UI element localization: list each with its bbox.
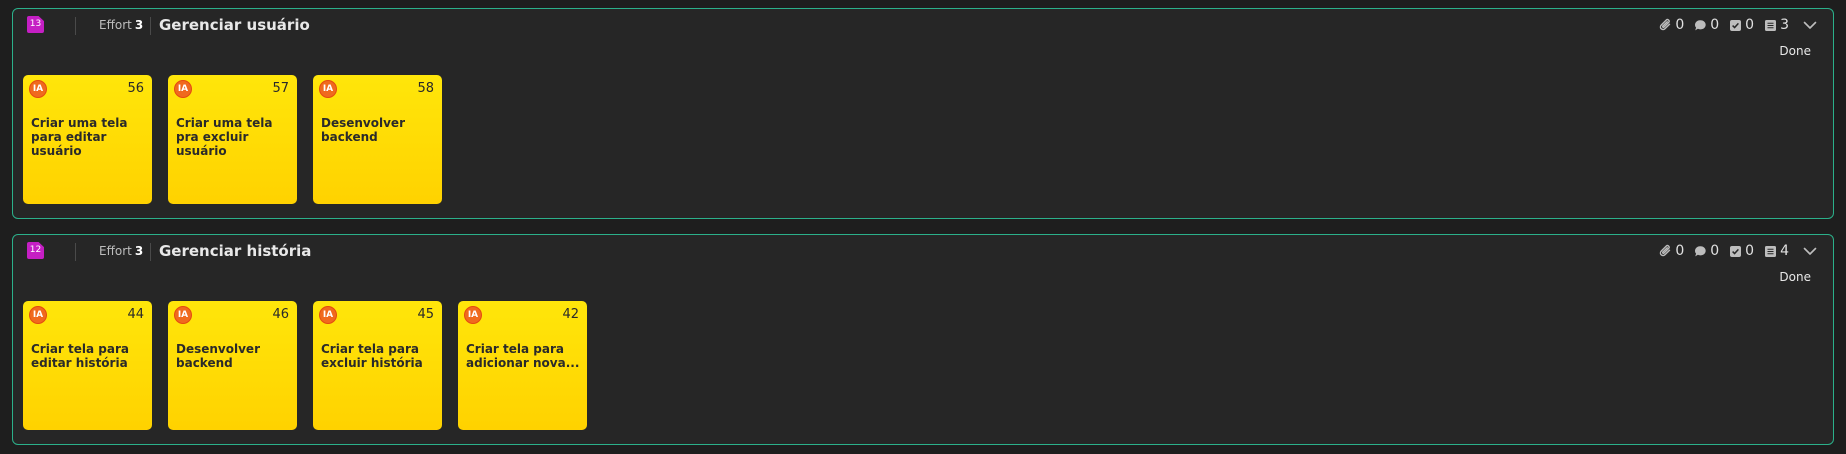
attachments-count: 0 (1675, 17, 1685, 33)
task-number: 44 (127, 307, 144, 322)
tasks-count: 3 (1780, 17, 1789, 33)
task-number: 58 (417, 81, 434, 96)
effort-indicator: Effort 3 (99, 242, 143, 260)
header-divider (150, 17, 151, 35)
effort-value: 3 (134, 18, 144, 32)
task-number: 45 (417, 307, 434, 322)
chevron-down-icon[interactable] (1803, 247, 1817, 256)
list-icon (1764, 245, 1777, 258)
assignee-avatar: IA (174, 306, 192, 324)
comment-icon (1694, 19, 1707, 32)
attachments-stat[interactable]: 0 (1659, 243, 1684, 259)
effort-indicator: Effort 3 (99, 16, 143, 34)
assignee-avatar: IA (319, 306, 337, 324)
task-title: Criar uma tela para editar usuário (31, 116, 128, 158)
assignee-avatar: IA (29, 80, 47, 98)
attachments-stat[interactable]: 0 (1659, 17, 1684, 33)
effort-label: Effort (99, 244, 132, 258)
comments-count: 0 (1710, 243, 1720, 259)
comments-stat[interactable]: 0 (1694, 17, 1719, 33)
checklist-count: 0 (1745, 243, 1755, 259)
story-status: Done (1779, 44, 1811, 58)
assignee-avatar: IA (464, 306, 482, 324)
task-card[interactable]: IA 57 Criar uma tela pra excluir usuário (168, 75, 297, 204)
story-stats: 0 0 0 3 (1659, 14, 1817, 36)
story-number-badge: 13 (27, 16, 44, 33)
task-card[interactable]: IA 45 Criar tela para excluir história (313, 301, 442, 430)
comments-count: 0 (1710, 17, 1720, 33)
checkbox-icon (1729, 245, 1742, 258)
story-status: Done (1779, 270, 1811, 284)
task-card[interactable]: IA 44 Criar tela para editar história (23, 301, 152, 430)
task-title: Criar tela para adicionar nova... (466, 342, 580, 370)
task-number: 46 (272, 307, 289, 322)
header-divider (75, 243, 76, 261)
task-title: Criar tela para excluir história (321, 342, 423, 370)
paperclip-icon (1659, 244, 1672, 258)
checklist-stat[interactable]: 0 (1729, 243, 1754, 259)
task-number: 57 (272, 81, 289, 96)
task-number: 42 (562, 307, 579, 322)
story-title[interactable]: Gerenciar usuário (159, 14, 310, 36)
paperclip-icon (1659, 18, 1672, 32)
story-row[interactable]: 12 Effort 3 Gerenciar história 0 0 0 4 D… (12, 234, 1834, 445)
checkbox-icon (1729, 19, 1742, 32)
story-number-badge: 12 (27, 242, 44, 259)
story-stats: 0 0 0 4 (1659, 240, 1817, 262)
task-title: Criar tela para editar história (31, 342, 129, 370)
list-icon (1764, 19, 1777, 32)
checklist-count: 0 (1745, 17, 1755, 33)
assignee-avatar: IA (29, 306, 47, 324)
task-number: 56 (127, 81, 144, 96)
effort-value: 3 (134, 244, 144, 258)
tasks-stat[interactable]: 4 (1764, 243, 1789, 259)
task-title: Desenvolver backend (321, 116, 405, 144)
assignee-avatar: IA (319, 80, 337, 98)
checklist-stat[interactable]: 0 (1729, 17, 1754, 33)
task-title: Criar uma tela pra excluir usuário (176, 116, 273, 158)
comment-icon (1694, 245, 1707, 258)
task-card[interactable]: IA 56 Criar uma tela para editar usuário (23, 75, 152, 204)
task-card[interactable]: IA 42 Criar tela para adicionar nova... (458, 301, 587, 430)
comments-stat[interactable]: 0 (1694, 243, 1719, 259)
story-row[interactable]: 13 Effort 3 Gerenciar usuário 0 0 0 3 Do… (12, 8, 1834, 219)
tasks-stat[interactable]: 3 (1764, 17, 1789, 33)
header-divider (75, 17, 76, 35)
chevron-down-icon[interactable] (1803, 21, 1817, 30)
task-title: Desenvolver backend (176, 342, 260, 370)
story-header: 13 Effort 3 Gerenciar usuário 0 0 0 3 Do… (13, 9, 1833, 58)
task-card[interactable]: IA 58 Desenvolver backend (313, 75, 442, 204)
tasks-count: 4 (1780, 243, 1789, 259)
story-board: 13 Effort 3 Gerenciar usuário 0 0 0 3 Do… (0, 0, 1846, 454)
attachments-count: 0 (1675, 243, 1685, 259)
assignee-avatar: IA (174, 80, 192, 98)
effort-label: Effort (99, 18, 132, 32)
story-header: 12 Effort 3 Gerenciar história 0 0 0 4 D… (13, 235, 1833, 284)
story-title[interactable]: Gerenciar história (159, 240, 311, 262)
header-divider (150, 243, 151, 261)
task-card[interactable]: IA 46 Desenvolver backend (168, 301, 297, 430)
